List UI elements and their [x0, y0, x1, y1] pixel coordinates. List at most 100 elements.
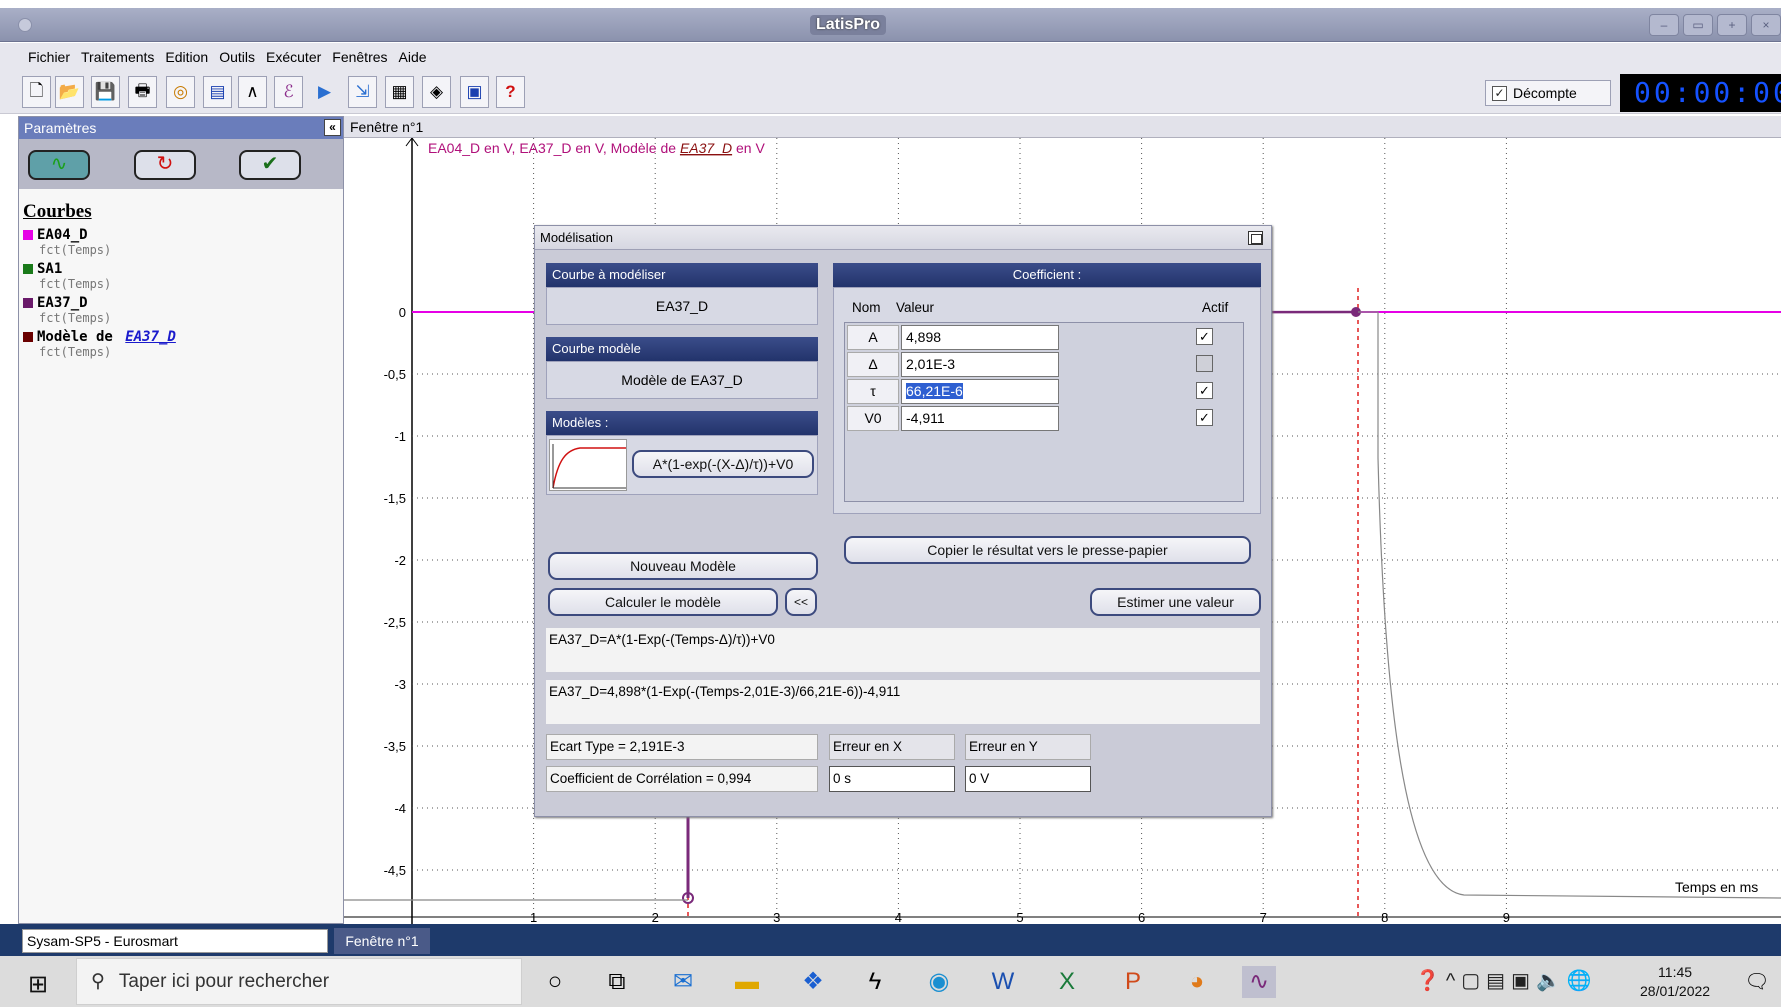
help-icon[interactable]: ? [496, 76, 525, 108]
powerpoint-icon[interactable]: P [1116, 966, 1150, 998]
app-bolt-icon[interactable]: ϟ [858, 966, 892, 998]
menu-outils[interactable]: Outils [215, 49, 262, 65]
legend-link[interactable]: EA37_D [680, 140, 732, 156]
curve-item-ea04[interactable]: EA04_D fct(Temps) [19, 227, 343, 257]
mail-icon[interactable]: ✉ [666, 966, 700, 998]
tab-fenetre-1[interactable]: Fenêtre n°1 [334, 928, 430, 954]
windows-taskbar: ⊞ ⚲ Taper ici pour rechercher ○ ⧉ ✉ ▬ ❖ … [0, 956, 1781, 1007]
menu-executer[interactable]: Exécuter [262, 49, 328, 65]
app-menu-icon[interactable] [18, 18, 32, 32]
excel-icon[interactable]: X [1050, 966, 1084, 998]
coef-active-checkbox[interactable]: ✓ [1196, 409, 1213, 426]
windows-start-icon[interactable]: ⊞ [28, 970, 48, 999]
play-icon[interactable]: ▶ [310, 76, 339, 108]
erreur-y-input[interactable]: 0 V [965, 766, 1091, 792]
open-folder-icon[interactable]: 📂 [55, 76, 84, 108]
restore-icon[interactable]: ▭ [1683, 14, 1713, 36]
col-valeur: Valeur [896, 300, 935, 315]
coef-active-checkbox[interactable] [1196, 355, 1213, 372]
check-icon[interactable]: ✔ [239, 150, 301, 180]
menu-fichier[interactable]: Fichier [24, 49, 77, 65]
table-icon[interactable]: ▤ [203, 76, 232, 108]
estimer-valeur-button[interactable]: Estimer une valeur [1090, 588, 1261, 616]
curve-color-swatch [23, 230, 33, 240]
menu-aide[interactable]: Aide [395, 49, 434, 65]
col-actif: Actif [1202, 300, 1229, 315]
collapse-dialog-button[interactable]: << [785, 588, 817, 616]
notifications-icon[interactable]: 🗨 [1740, 966, 1774, 998]
menu-bar: Fichier Traitements Edition Outils Exécu… [0, 43, 1781, 70]
curve-icon[interactable]: ∧ [238, 76, 267, 108]
decompte-toggle[interactable]: ✓ Décompte [1485, 80, 1611, 106]
menu-traitements[interactable]: Traitements [77, 49, 161, 65]
print-icon[interactable]: 🖶 [128, 76, 157, 108]
search-icon: ⚲ [91, 971, 105, 992]
coef-active-checkbox[interactable]: ✓ [1196, 382, 1213, 399]
calculation-icon[interactable]: ℰ [274, 76, 303, 108]
curve-item-modele[interactable]: Modèle de EA37_D fct(Temps) [19, 329, 343, 359]
collapse-panel-button[interactable]: « [324, 119, 341, 136]
y-tick-label: -0,5 [384, 367, 406, 382]
system-tray-icons[interactable]: ❓^▢▤▣🔈🌐 [1415, 968, 1598, 993]
word-icon[interactable]: W [986, 966, 1020, 998]
disk-icon[interactable]: ▣ [460, 76, 489, 108]
courbe-a-modeliser-value[interactable]: EA37_D [546, 287, 818, 325]
task-view-icon[interactable]: ⧉ [600, 966, 634, 998]
curve-color-swatch [23, 298, 33, 308]
title-bar: LatisPro – ▭ + × [0, 8, 1781, 42]
minimize-icon[interactable]: – [1649, 14, 1679, 36]
y-ticks: 0 -0,5 -1 -1,5 -2 -2,5 -3 -3,5 -4 -4,5 [384, 305, 406, 878]
legend-part-1: EA04_D en V, EA37_D en V, Modèle de [428, 140, 680, 156]
edge-icon[interactable]: ◉ [922, 966, 956, 998]
curve-item-sa1[interactable]: SA1 fct(Temps) [19, 261, 343, 291]
curve-item-ea37[interactable]: EA37_D fct(Temps) [19, 295, 343, 325]
dropbox-icon[interactable]: ❖ [796, 966, 830, 998]
formula-numeric: EA37_D=4,898*(1-Exp(-(Temps-2,01E-3)/66,… [546, 680, 1260, 724]
cortana-icon[interactable]: ○ [538, 966, 572, 998]
x-tick-label: 1 [530, 910, 537, 924]
x-tick-label: 9 [1503, 910, 1510, 924]
x-tick-label: 4 [895, 910, 902, 924]
coef-value-input[interactable]: 2,01E-3 [901, 352, 1059, 377]
courbe-modele-header: Courbe modèle [546, 337, 818, 361]
x-tick-label: 6 [1138, 910, 1145, 924]
calculator-icon[interactable]: ▦ [385, 76, 414, 108]
taskbar-clock[interactable]: 11:45 28/01/2022 [1640, 963, 1710, 1001]
curve-name: EA37_D [37, 295, 88, 311]
maximize-icon[interactable]: + [1717, 14, 1747, 36]
tools-icon[interactable]: ◈ [422, 76, 451, 108]
curve-link[interactable]: EA37_D [125, 329, 176, 345]
export-icon[interactable]: ⇲ [348, 76, 377, 108]
model-icon[interactable]: ↻ [134, 150, 196, 180]
dialog-maximize-icon[interactable] [1248, 231, 1263, 245]
calculer-modele-button[interactable]: Calculer le modèle [548, 588, 778, 616]
firefox-icon[interactable]: ◕ [1180, 966, 1214, 998]
courbes-title: Courbes [23, 201, 92, 222]
decompte-checkbox[interactable]: ✓ [1492, 85, 1507, 101]
erreur-x-input[interactable]: 0 s [829, 766, 955, 792]
timer-display: 00:00:00 [1620, 74, 1781, 112]
menu-fenetres[interactable]: Fenêtres [328, 49, 394, 65]
courbe-modele-value[interactable]: Modèle de EA37_D [546, 361, 818, 399]
col-nom: Nom [852, 300, 881, 315]
new-file-icon[interactable]: 🗋 [22, 76, 51, 108]
close-icon[interactable]: × [1751, 14, 1781, 36]
coef-value-input[interactable]: 66,21E-6 [901, 379, 1059, 404]
signal-icon[interactable]: ∿ [28, 150, 90, 180]
plot-window-title: Fenêtre n°1 [344, 116, 1781, 138]
model-formula-button[interactable]: A*(1-exp(-(X-Δ)/τ))+V0 [632, 450, 814, 478]
x-tick-label: 8 [1381, 910, 1388, 924]
acquisition-icon[interactable]: ◎ [166, 76, 195, 108]
coefficient-table: A 4,898 ✓ Δ 2,01E-3 τ 66,21E-6 ✓ V0 -4,9… [844, 322, 1244, 502]
copy-result-button[interactable]: Copier le résultat vers le presse-papier [844, 536, 1251, 564]
coef-value-input[interactable]: -4,911 [901, 406, 1059, 431]
file-explorer-icon[interactable]: ▬ [730, 966, 764, 998]
coef-active-checkbox[interactable]: ✓ [1196, 328, 1213, 345]
legend-part-3: en V [732, 140, 765, 156]
latispro-icon[interactable]: ∿ [1242, 966, 1276, 998]
nouveau-modele-button[interactable]: Nouveau Modèle [548, 552, 818, 580]
taskbar-search[interactable]: ⚲ Taper ici pour rechercher [76, 958, 522, 1005]
save-icon[interactable]: 💾 [91, 76, 120, 108]
coef-value-input[interactable]: 4,898 [901, 325, 1059, 350]
menu-edition[interactable]: Edition [161, 49, 215, 65]
